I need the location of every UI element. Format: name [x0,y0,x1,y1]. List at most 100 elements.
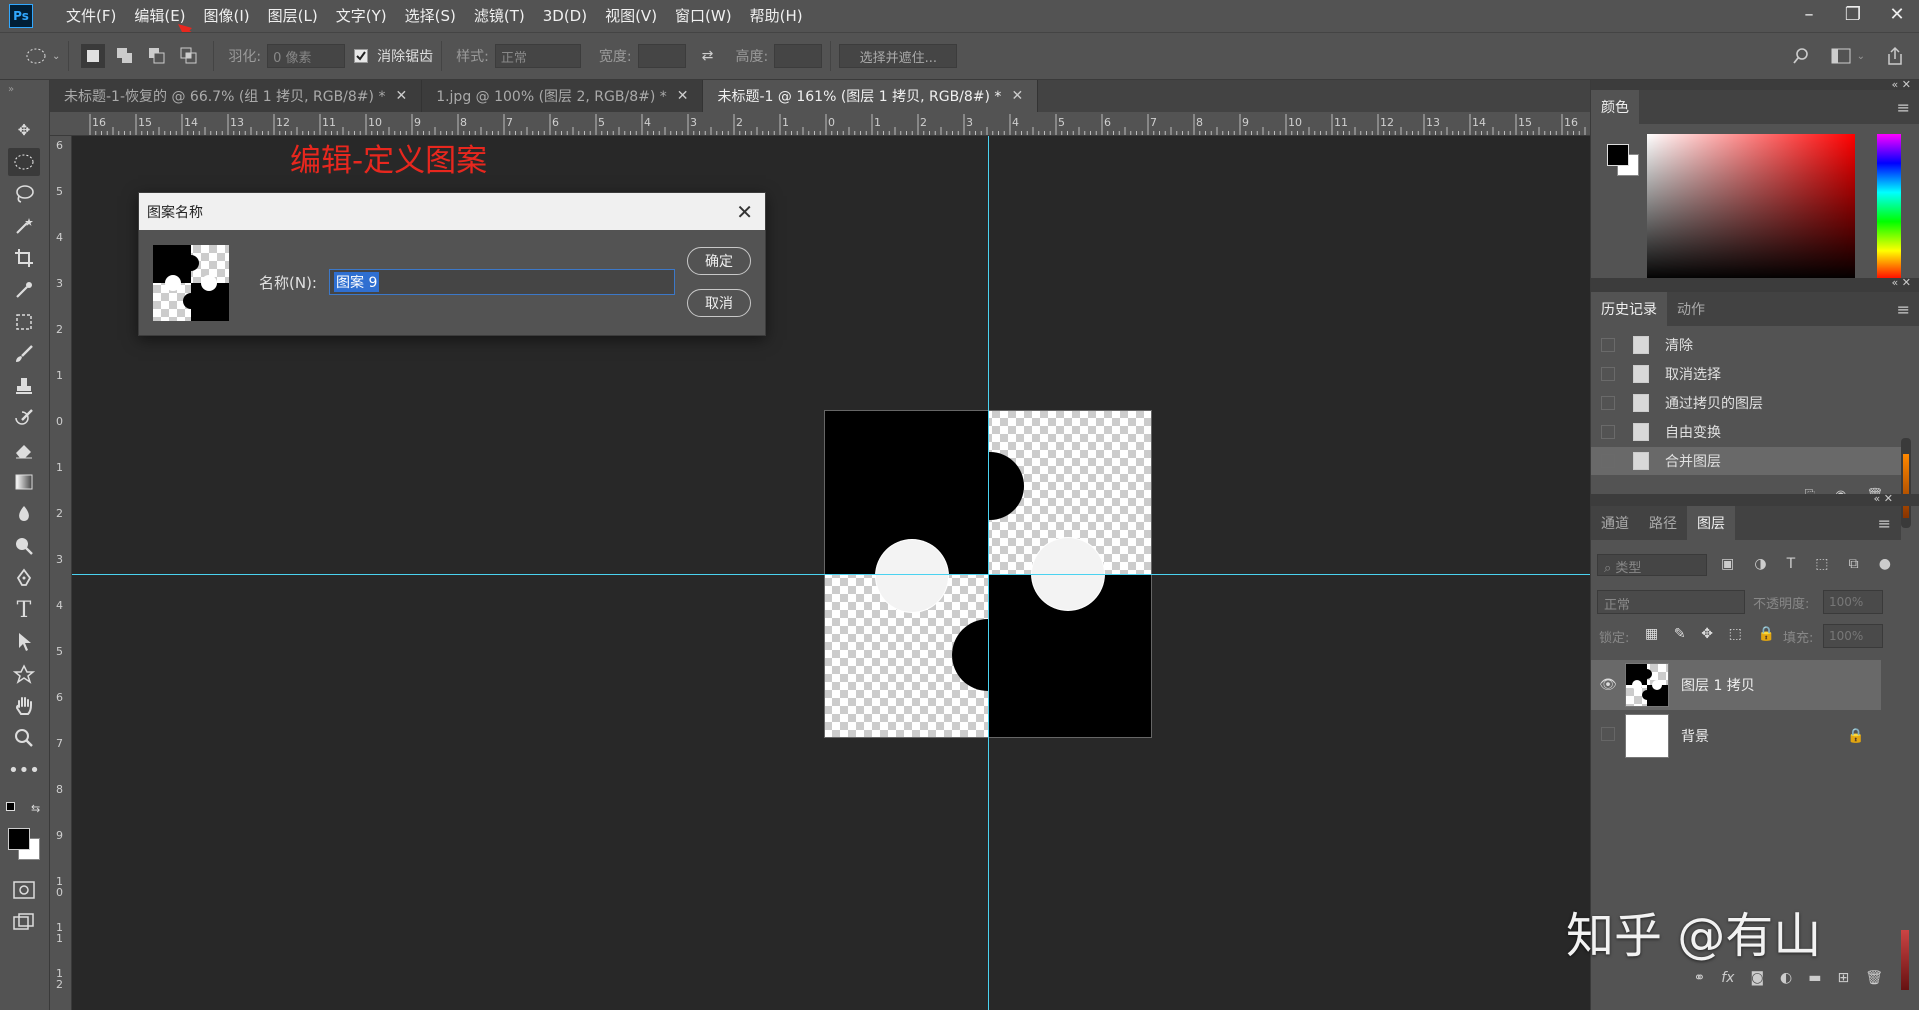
blur-tool-icon[interactable] [8,500,40,528]
share-icon[interactable] [1883,44,1907,68]
close-icon[interactable]: ✕ [1875,0,1919,28]
visibility-toggle[interactable] [1591,727,1625,745]
history-item-current[interactable]: 合并图层 [1591,447,1901,475]
new-layer-icon[interactable]: ⊞ [1837,970,1849,986]
tab-history[interactable]: 历史记录 [1591,292,1667,326]
screen-mode-icon[interactable] [8,908,40,936]
workspace-icon[interactable] [1829,44,1853,68]
new-selection-icon[interactable] [81,44,106,68]
feather-input[interactable]: 0 像素 [267,44,346,68]
history-item[interactable]: 自由变换 [1591,418,1901,446]
elliptical-marquee-preset-icon[interactable] [24,44,48,68]
magic-wand-tool-icon[interactable] [8,212,40,240]
lock-artboard-icon[interactable]: ⬚ [1729,626,1742,642]
filter-adjustment-icon[interactable]: ◑ [1754,556,1766,572]
tab-channels[interactable]: 通道 [1591,506,1639,540]
history-item[interactable]: 通过拷贝的图层 [1591,389,1901,417]
panel-menu-icon[interactable]: ≡ [1897,300,1910,319]
tab-actions[interactable]: 动作 [1667,292,1715,326]
layer-filter-select[interactable]: ⌕ 类型 [1597,554,1707,576]
stamp-tool-icon[interactable] [8,372,40,400]
filter-type-icon[interactable]: T [1787,556,1796,572]
gradient-tool-icon[interactable] [8,468,40,496]
panel-menu-icon[interactable]: ≡ [1878,514,1891,533]
filter-shape-icon[interactable]: ⬚ [1815,556,1828,572]
collapse-tools-icon[interactable]: » [8,84,14,95]
history-item[interactable]: 取消选择 [1591,360,1901,388]
menu-layer[interactable]: 图层(L) [259,0,327,32]
antialias-checkbox[interactable] [349,44,373,68]
menu-view[interactable]: 视图(V) [596,0,666,32]
eyedropper-tool-icon[interactable] [8,276,40,304]
type-tool-icon[interactable]: T [8,596,40,624]
tab-paths[interactable]: 路径 [1639,506,1687,540]
width-input[interactable] [637,44,686,68]
menu-filter[interactable]: 滤镜(T) [465,0,534,32]
lock-all-icon[interactable]: 🔒 [1758,626,1775,642]
height-input[interactable] [774,44,823,68]
filter-smart-object-icon[interactable]: ⧉ [1849,556,1859,572]
lock-transparent-icon[interactable]: ▦ [1645,626,1658,642]
close-icon[interactable]: ✕ [1011,88,1023,104]
pattern-name-input[interactable]: 图案 9 [329,269,675,295]
tab-layers[interactable]: 图层 [1687,506,1735,540]
doc-tab-2[interactable]: 1.jpg @ 100% (图层 2, RGB/8#) * ✕ [422,80,704,112]
menu-type[interactable]: 文字(Y) [327,0,396,32]
lock-pixels-icon[interactable]: ✎ [1674,626,1686,642]
collapse-panels-icon[interactable]: « ✕ [1874,492,1893,505]
elliptical-marquee-tool-icon[interactable] [8,148,40,176]
color-swatches[interactable] [6,826,42,862]
panel-scrollbar[interactable] [1901,930,1909,990]
close-icon[interactable]: ✕ [395,88,407,104]
swap-icon[interactable]: ⇄ [696,44,720,68]
opacity-input[interactable]: 100% [1823,590,1883,614]
filter-toggle-icon[interactable]: ● [1879,556,1891,572]
color-swatches-panel[interactable] [1601,138,1641,178]
doc-tab-1[interactable]: 未标题-1-恢复的 @ 66.7% (组 1 拷贝, RGB/8#) * ✕ [50,80,423,112]
new-group-icon[interactable]: ▬ [1808,970,1821,986]
history-item[interactable]: 清除 [1591,331,1901,359]
frame-tool-icon[interactable] [8,308,40,336]
menu-select[interactable]: 选择(S) [396,0,465,32]
tab-color[interactable]: 颜色 [1591,90,1639,124]
history-scrollbar[interactable] [1901,438,1911,528]
trash-icon[interactable]: 🗑 [1865,970,1883,986]
lasso-tool-icon[interactable] [8,180,40,208]
link-layers-icon[interactable]: ⚭ [1693,970,1705,986]
hue-slider[interactable] [1877,134,1901,280]
move-tool-icon[interactable]: ✥ [8,116,40,144]
default-colors-icon[interactable]: ⇆ [4,800,44,818]
brush-tool-icon[interactable] [8,340,40,368]
zoom-tool-icon[interactable] [8,724,40,752]
lock-position-icon[interactable]: ✥ [1701,626,1713,642]
menu-window[interactable]: 窗口(W) [666,0,741,32]
custom-shape-tool-icon[interactable] [8,660,40,688]
fx-icon[interactable]: fx [1721,970,1734,986]
filter-pixel-icon[interactable]: ▣ [1721,556,1734,572]
panel-menu-icon[interactable]: ≡ [1897,98,1910,117]
eraser-tool-icon[interactable] [8,436,40,464]
guide-horizontal[interactable] [72,574,1590,575]
cancel-button[interactable]: 取消 [687,289,751,317]
close-icon[interactable]: ✕ [736,200,753,224]
color-field[interactable] [1647,134,1855,280]
adjustment-layer-icon[interactable]: ◐ [1780,970,1792,986]
subtract-selection-icon[interactable] [145,44,169,68]
add-mask-icon[interactable]: ◙ [1750,970,1764,986]
add-selection-icon[interactable] [113,44,137,68]
guide-vertical[interactable] [988,136,989,1010]
search-icon[interactable] [1789,44,1813,68]
style-select[interactable]: 正常 [494,44,581,68]
minimize-icon[interactable]: – [1787,0,1831,28]
crop-tool-icon[interactable] [8,244,40,272]
layer-row[interactable]: 背景 🔒 [1591,711,1881,761]
layer-row-selected[interactable]: 👁 图层 1 拷贝 [1591,660,1881,710]
path-selection-tool-icon[interactable] [8,628,40,656]
menu-help[interactable]: 帮助(H) [741,0,812,32]
collapse-panels-icon[interactable]: « ✕ [1892,276,1911,289]
hand-tool-icon[interactable] [8,692,40,720]
ok-button[interactable]: 确定 [687,247,751,275]
dodge-tool-icon[interactable] [8,532,40,560]
fill-input[interactable]: 100% [1823,624,1883,648]
blend-mode-select[interactable]: 正常 [1597,590,1745,614]
